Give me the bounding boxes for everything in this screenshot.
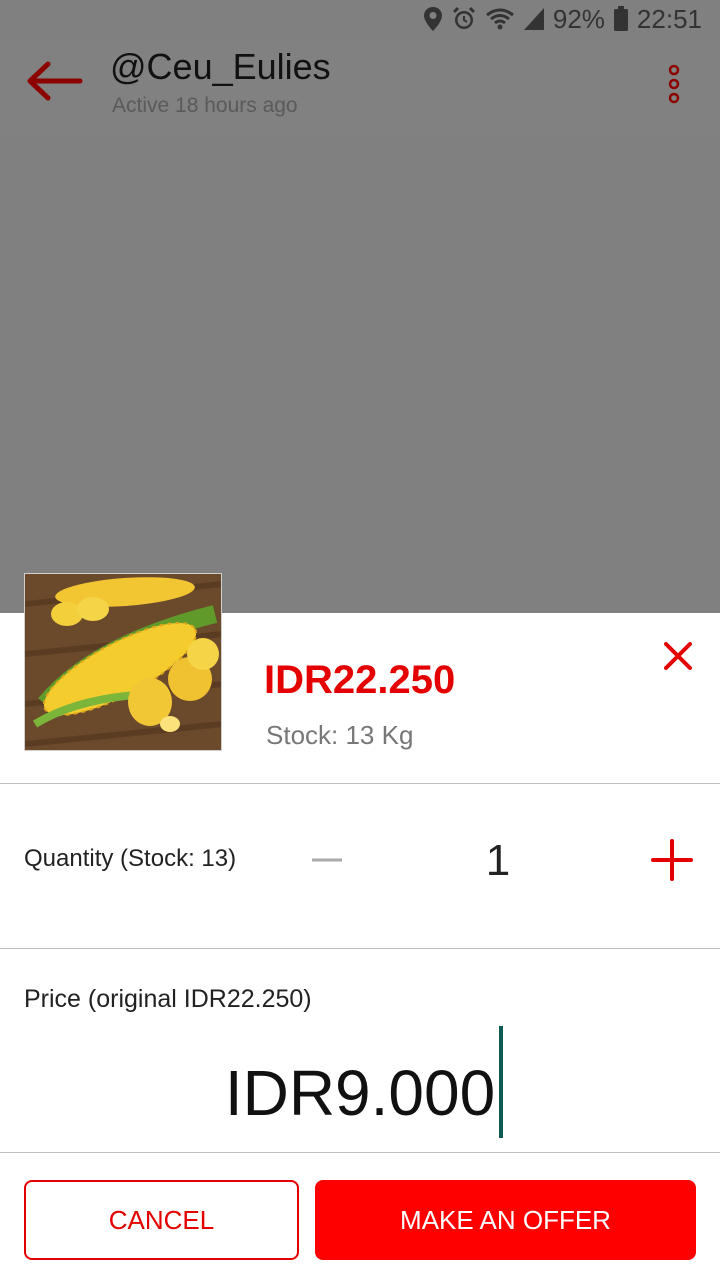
wifi-icon [485, 7, 515, 31]
divider [0, 948, 720, 949]
battery-percent: 92% [552, 3, 605, 34]
last-active-status: Active 18 hours ago [112, 94, 298, 117]
chat-header: @Ceu_Eulies Active 18 hours ago [0, 38, 720, 138]
quantity-value[interactable]: 1 [470, 836, 526, 886]
minus-icon [312, 858, 342, 862]
battery-icon [613, 6, 629, 32]
increase-quantity-button[interactable] [648, 836, 696, 884]
clock: 22:51 [636, 3, 702, 34]
alarm-icon [451, 6, 477, 32]
divider [0, 783, 720, 784]
quantity-label: Quantity (Stock: 13) [24, 845, 237, 872]
text-cursor [499, 1026, 503, 1138]
product-stock: Stock: 13 Kg [266, 720, 414, 750]
decrease-quantity-button[interactable] [306, 840, 348, 880]
status-icons: 92% 22:51 [423, 4, 702, 34]
close-icon [664, 642, 692, 670]
divider [0, 1152, 720, 1153]
close-button[interactable] [660, 638, 696, 674]
offer-price-label: Price (original IDR22.250) [24, 985, 312, 1013]
back-button[interactable] [22, 56, 86, 106]
location-icon [423, 6, 443, 32]
plus-icon [651, 839, 693, 881]
more-options-button[interactable] [662, 62, 686, 106]
signal-icon [523, 7, 545, 31]
cancel-button[interactable]: CANCEL [24, 1180, 299, 1260]
product-image [24, 573, 222, 751]
dim-overlay[interactable] [0, 138, 720, 614]
status-bar: 92% 22:51 [0, 0, 720, 38]
chat-username: @Ceu_Eulies [110, 46, 331, 87]
make-offer-button[interactable]: MAKE AN OFFER [315, 1180, 696, 1260]
arrow-left-icon [27, 61, 83, 101]
more-vertical-icon [668, 64, 680, 104]
product-price: IDR22.250 [264, 658, 456, 702]
